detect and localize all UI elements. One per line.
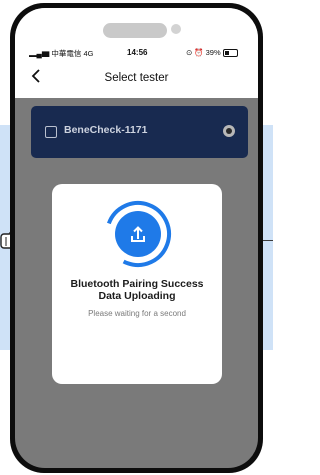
dialog-title-line2: Data Uploading: [98, 290, 176, 302]
device-name: BeneCheck-1171: [64, 124, 148, 136]
speaker-notch: [103, 23, 167, 38]
status-time: 14:56: [127, 48, 148, 57]
dialog-subtitle: Please waiting for a second: [88, 309, 186, 318]
dialog-title: Bluetooth Pairing Success Data Uploading: [52, 278, 222, 302]
device-radio[interactable]: [223, 125, 235, 137]
rotation-lock-icon: ⊙: [186, 48, 193, 57]
signal-bars-icon: ▂▄▆: [29, 49, 50, 58]
upload-dialog: Bluetooth Pairing Success Data Uploading…: [52, 184, 222, 384]
phone-frame: ▂▄▆ 中華電信 4G 14:56 ⊙ ⏰ 39% Select tester …: [10, 3, 263, 473]
carrier-label: 中華電信: [51, 49, 82, 58]
device-item[interactable]: BeneCheck-1171: [31, 106, 248, 158]
phone-screen: ▂▄▆ 中華電信 4G 14:56 ⊙ ⏰ 39% Select tester …: [15, 8, 258, 468]
dialog-title-line1: Bluetooth Pairing Success: [70, 278, 204, 290]
alarm-icon: ⏰: [194, 48, 204, 57]
battery-label: 39%: [205, 48, 221, 57]
device-checkbox[interactable]: [45, 126, 57, 138]
camera-icon: [171, 24, 181, 34]
upload-progress: [105, 200, 171, 267]
status-right: ⊙ ⏰ 39%: [186, 48, 238, 57]
signal-carrier: ▂▄▆ 中華電信 4G: [29, 48, 94, 59]
page-title: Select tester: [104, 72, 169, 84]
side-divider: [262, 240, 273, 241]
battery-icon: [222, 48, 238, 57]
network-label: 4G: [83, 49, 94, 58]
